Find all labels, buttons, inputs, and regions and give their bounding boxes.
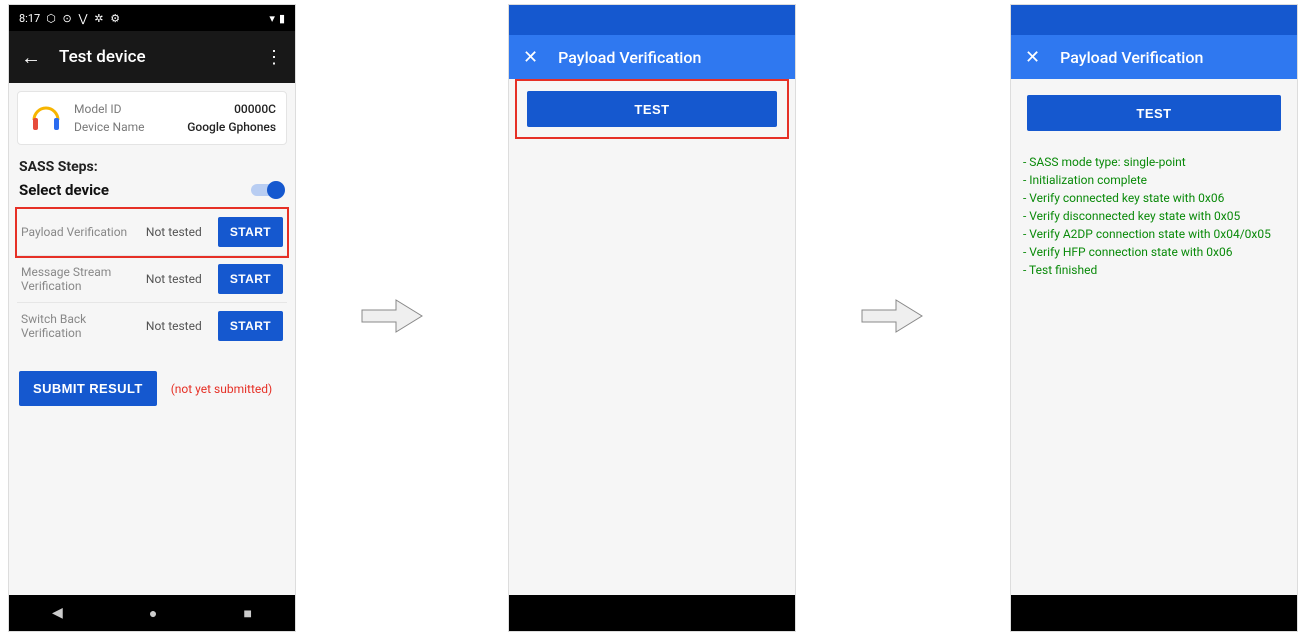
test-name: Payload Verification xyxy=(21,225,146,239)
section-heading: SASS Steps: xyxy=(19,159,285,175)
device-name-label: Device Name xyxy=(74,120,145,134)
app-bar: ← Test device ⋮ xyxy=(9,31,295,83)
test-row-message-stream: Message Stream Verification Not tested S… xyxy=(17,256,287,303)
select-device-toggle[interactable] xyxy=(251,181,285,199)
phone-screen-1: 8:17 ⬡ ⊙ ⋁ ✲ ⚙ ▾ ▮ ← Test device ⋮ Model… xyxy=(8,4,296,632)
app-title: Test device xyxy=(59,47,247,67)
device-name-value: Google Gphones xyxy=(187,120,276,134)
submit-pending-label: (not yet submitted) xyxy=(171,382,273,396)
test-button[interactable]: TEST xyxy=(527,91,777,127)
log-line: - Verify disconnected key state with 0x0… xyxy=(1023,207,1285,225)
nav-back-icon[interactable]: ◀ xyxy=(52,605,63,621)
test-list: Payload Verification Not tested START Me… xyxy=(17,209,287,349)
submit-result-button[interactable]: SUBMIT RESULT xyxy=(19,371,157,406)
flow-arrow-icon xyxy=(860,296,924,336)
log-line: - Test finished xyxy=(1023,261,1285,279)
android-nav-bar: ◀ ● ■ xyxy=(9,595,295,631)
android-nav-bar xyxy=(1011,595,1297,631)
start-button[interactable]: START xyxy=(218,264,283,294)
wifi-icon: ▾ xyxy=(269,12,275,25)
status-bar-blue xyxy=(509,5,795,35)
test-row-payload: Payload Verification Not tested START xyxy=(17,209,287,256)
log-line: - Verify connected key state with 0x06 xyxy=(1023,189,1285,207)
select-device-row: Select device xyxy=(19,181,285,199)
test-status: Not tested xyxy=(146,272,218,286)
log-line: - SASS mode type: single-point xyxy=(1023,153,1285,171)
submit-row: SUBMIT RESULT (not yet submitted) xyxy=(19,371,285,406)
more-icon[interactable]: ⋮ xyxy=(265,47,283,68)
flow-arrow-icon xyxy=(360,296,424,336)
test-log: - SASS mode type: single-point - Initial… xyxy=(1011,147,1297,285)
close-icon[interactable]: ✕ xyxy=(1025,47,1040,68)
status-icons: ⬡ ⊙ ⋁ ✲ ⚙ xyxy=(46,12,122,25)
nav-recent-icon[interactable]: ■ xyxy=(243,605,251,622)
model-id-value: 00000C xyxy=(234,102,276,116)
test-row-switch-back: Switch Back Verification Not tested STAR… xyxy=(17,303,287,349)
back-icon[interactable]: ← xyxy=(21,47,41,67)
phone-screen-3: ✕ Payload Verification TEST - SASS mode … xyxy=(1010,4,1298,632)
start-button[interactable]: START xyxy=(218,217,283,247)
log-line: - Verify A2DP connection state with 0x04… xyxy=(1023,225,1285,243)
test-status: Not tested xyxy=(146,225,218,239)
test-button-highlight: TEST xyxy=(515,79,789,139)
status-time: 8:17 xyxy=(19,12,40,25)
model-id-label: Model ID xyxy=(74,102,121,116)
test-name: Message Stream Verification xyxy=(21,265,146,293)
dialog-header: ✕ Payload Verification xyxy=(509,35,795,79)
dialog-title: Payload Verification xyxy=(1060,48,1203,67)
test-name: Switch Back Verification xyxy=(21,312,146,340)
android-nav-bar xyxy=(509,595,795,631)
status-bar: 8:17 ⬡ ⊙ ⋁ ✲ ⚙ ▾ ▮ xyxy=(9,5,295,31)
select-device-label: Select device xyxy=(19,181,109,199)
nav-home-icon[interactable]: ● xyxy=(149,605,157,622)
headphones-icon xyxy=(28,100,64,136)
log-line: - Verify HFP connection state with 0x06 xyxy=(1023,243,1285,261)
status-bar-blue xyxy=(1011,5,1297,35)
start-button[interactable]: START xyxy=(218,311,283,341)
dialog-header: ✕ Payload Verification xyxy=(1011,35,1297,79)
log-line: - Initialization complete xyxy=(1023,171,1285,189)
device-card: Model ID 00000C Device Name Google Gphon… xyxy=(17,91,287,145)
test-button[interactable]: TEST xyxy=(1027,95,1281,131)
phone-screen-2: ✕ Payload Verification TEST xyxy=(508,4,796,632)
test-status: Not tested xyxy=(146,319,218,333)
close-icon[interactable]: ✕ xyxy=(523,47,538,68)
dialog-title: Payload Verification xyxy=(558,48,701,67)
battery-icon: ▮ xyxy=(279,12,285,25)
